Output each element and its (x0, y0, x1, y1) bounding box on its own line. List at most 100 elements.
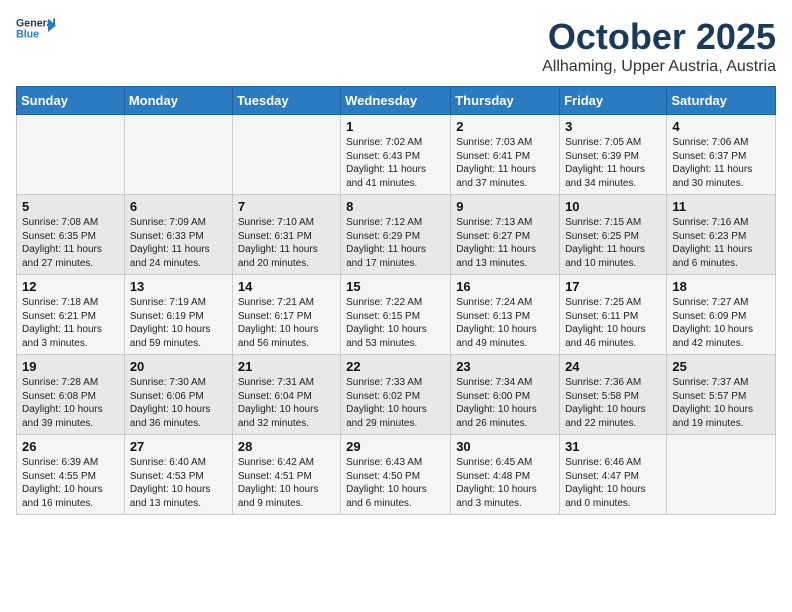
table-row: 11 Sunrise: 7:16 AM Sunset: 6:23 PM Dayli… (667, 195, 776, 275)
header-wednesday: Wednesday (341, 87, 451, 115)
table-row: 5 Sunrise: 7:08 AM Sunset: 6:35 PM Daylig… (17, 195, 125, 275)
calendar-table: Sunday Monday Tuesday Wednesday Thursday… (16, 86, 776, 515)
day-number: 17 (565, 279, 661, 294)
calendar-week-row: 19 Sunrise: 7:28 AM Sunset: 6:08 PM Dayli… (17, 355, 776, 435)
day-number: 1 (346, 119, 445, 134)
table-row: 9 Sunrise: 7:13 AM Sunset: 6:27 PM Daylig… (451, 195, 560, 275)
day-info: Sunrise: 7:03 AM Sunset: 6:41 PM Dayligh… (456, 136, 554, 190)
day-number: 24 (565, 359, 661, 374)
table-row: 19 Sunrise: 7:28 AM Sunset: 6:08 PM Dayli… (17, 355, 125, 435)
day-number: 25 (672, 359, 770, 374)
day-info: Sunrise: 7:06 AM Sunset: 6:37 PM Dayligh… (672, 136, 770, 190)
header-thursday: Thursday (451, 87, 560, 115)
day-info: Sunrise: 6:39 AM Sunset: 4:55 PM Dayligh… (22, 456, 119, 510)
day-info: Sunrise: 7:05 AM Sunset: 6:39 PM Dayligh… (565, 136, 661, 190)
calendar-title: October 2025 (542, 16, 776, 58)
day-number: 29 (346, 439, 445, 454)
day-info: Sunrise: 7:34 AM Sunset: 6:00 PM Dayligh… (456, 376, 554, 430)
day-number: 11 (672, 199, 770, 214)
day-info: Sunrise: 6:45 AM Sunset: 4:48 PM Dayligh… (456, 456, 554, 510)
table-row (667, 435, 776, 515)
day-number: 21 (238, 359, 335, 374)
day-info: Sunrise: 7:30 AM Sunset: 6:06 PM Dayligh… (130, 376, 227, 430)
table-row: 10 Sunrise: 7:15 AM Sunset: 6:25 PM Dayli… (560, 195, 667, 275)
header-sunday: Sunday (17, 87, 125, 115)
day-info: Sunrise: 7:28 AM Sunset: 6:08 PM Dayligh… (22, 376, 119, 430)
day-number: 19 (22, 359, 119, 374)
day-info: Sunrise: 7:15 AM Sunset: 6:25 PM Dayligh… (565, 216, 661, 270)
table-row: 4Sunrise: 7:06 AM Sunset: 6:37 PM Daylig… (667, 115, 776, 195)
table-row: 29 Sunrise: 6:43 AM Sunset: 4:50 PM Dayli… (341, 435, 451, 515)
table-row: 3 Sunrise: 7:05 AM Sunset: 6:39 PM Daylig… (560, 115, 667, 195)
calendar-week-row: 12 Sunrise: 7:18 AM Sunset: 6:21 PM Dayli… (17, 275, 776, 355)
table-row (232, 115, 340, 195)
day-info: Sunrise: 7:10 AM Sunset: 6:31 PM Dayligh… (238, 216, 335, 270)
day-info: Sunrise: 7:25 AM Sunset: 6:11 PM Dayligh… (565, 296, 661, 350)
day-info: Sunrise: 7:12 AM Sunset: 6:29 PM Dayligh… (346, 216, 445, 270)
day-number: 14 (238, 279, 335, 294)
day-info: Sunrise: 7:18 AM Sunset: 6:21 PM Dayligh… (22, 296, 119, 350)
day-number: 7 (238, 199, 335, 214)
table-row: 21 Sunrise: 7:31 AM Sunset: 6:04 PM Dayli… (232, 355, 340, 435)
day-info: Sunrise: 7:08 AM Sunset: 6:35 PM Dayligh… (22, 216, 119, 270)
header-monday: Monday (124, 87, 232, 115)
day-number: 22 (346, 359, 445, 374)
weekday-header-row: Sunday Monday Tuesday Wednesday Thursday… (17, 87, 776, 115)
day-info: Sunrise: 6:43 AM Sunset: 4:50 PM Dayligh… (346, 456, 445, 510)
table-row: 7 Sunrise: 7:10 AM Sunset: 6:31 PM Daylig… (232, 195, 340, 275)
logo: General Blue (16, 16, 56, 40)
table-row: 1 Sunrise: 7:02 AM Sunset: 6:43 PM Daylig… (341, 115, 451, 195)
day-info: Sunrise: 6:40 AM Sunset: 4:53 PM Dayligh… (130, 456, 227, 510)
calendar-week-row: 26 Sunrise: 6:39 AM Sunset: 4:55 PM Dayli… (17, 435, 776, 515)
calendar-week-row: 5 Sunrise: 7:08 AM Sunset: 6:35 PM Daylig… (17, 195, 776, 275)
table-row: 12 Sunrise: 7:18 AM Sunset: 6:21 PM Dayli… (17, 275, 125, 355)
day-info: Sunrise: 7:19 AM Sunset: 6:19 PM Dayligh… (130, 296, 227, 350)
day-number: 30 (456, 439, 554, 454)
day-number: 20 (130, 359, 227, 374)
table-row: 13 Sunrise: 7:19 AM Sunset: 6:19 PM Dayli… (124, 275, 232, 355)
page-header: General Blue October 2025 Allhaming, Upp… (16, 16, 776, 76)
day-number: 5 (22, 199, 119, 214)
table-row: 14 Sunrise: 7:21 AM Sunset: 6:17 PM Dayli… (232, 275, 340, 355)
day-info: Sunrise: 7:21 AM Sunset: 6:17 PM Dayligh… (238, 296, 335, 350)
day-info: Sunrise: 7:36 AM Sunset: 5:58 PM Dayligh… (565, 376, 661, 430)
table-row: 31Sunrise: 6:46 AM Sunset: 4:47 PM Dayli… (560, 435, 667, 515)
header-saturday: Saturday (667, 87, 776, 115)
day-number: 26 (22, 439, 119, 454)
day-number: 2 (456, 119, 554, 134)
day-number: 12 (22, 279, 119, 294)
table-row: 25Sunrise: 7:37 AM Sunset: 5:57 PM Dayli… (667, 355, 776, 435)
day-number: 15 (346, 279, 445, 294)
day-info: Sunrise: 7:31 AM Sunset: 6:04 PM Dayligh… (238, 376, 335, 430)
day-number: 27 (130, 439, 227, 454)
table-row (17, 115, 125, 195)
table-row: 22 Sunrise: 7:33 AM Sunset: 6:02 PM Dayli… (341, 355, 451, 435)
day-number: 31 (565, 439, 661, 454)
table-row (124, 115, 232, 195)
day-number: 9 (456, 199, 554, 214)
day-number: 13 (130, 279, 227, 294)
day-info: Sunrise: 7:02 AM Sunset: 6:43 PM Dayligh… (346, 136, 445, 190)
day-number: 10 (565, 199, 661, 214)
table-row: 6Sunrise: 7:09 AM Sunset: 6:33 PM Daylig… (124, 195, 232, 275)
day-info: Sunrise: 7:24 AM Sunset: 6:13 PM Dayligh… (456, 296, 554, 350)
title-area: October 2025 Allhaming, Upper Austria, A… (542, 16, 776, 76)
day-info: Sunrise: 7:16 AM Sunset: 6:23 PM Dayligh… (672, 216, 770, 270)
day-info: Sunrise: 6:42 AM Sunset: 4:51 PM Dayligh… (238, 456, 335, 510)
table-row: 20 Sunrise: 7:30 AM Sunset: 6:06 PM Dayli… (124, 355, 232, 435)
day-number: 16 (456, 279, 554, 294)
day-info: Sunrise: 7:33 AM Sunset: 6:02 PM Dayligh… (346, 376, 445, 430)
day-info: Sunrise: 7:13 AM Sunset: 6:27 PM Dayligh… (456, 216, 554, 270)
header-tuesday: Tuesday (232, 87, 340, 115)
day-number: 3 (565, 119, 661, 134)
table-row: 8 Sunrise: 7:12 AM Sunset: 6:29 PM Daylig… (341, 195, 451, 275)
day-number: 6 (130, 199, 227, 214)
table-row: 15Sunrise: 7:22 AM Sunset: 6:15 PM Dayli… (341, 275, 451, 355)
table-row: 26 Sunrise: 6:39 AM Sunset: 4:55 PM Dayli… (17, 435, 125, 515)
day-number: 28 (238, 439, 335, 454)
day-info: Sunrise: 7:27 AM Sunset: 6:09 PM Dayligh… (672, 296, 770, 350)
day-number: 8 (346, 199, 445, 214)
table-row: 27 Sunrise: 6:40 AM Sunset: 4:53 PM Dayli… (124, 435, 232, 515)
table-row: 17 Sunrise: 7:25 AM Sunset: 6:11 PM Dayli… (560, 275, 667, 355)
logo-icon: General Blue (16, 16, 56, 40)
